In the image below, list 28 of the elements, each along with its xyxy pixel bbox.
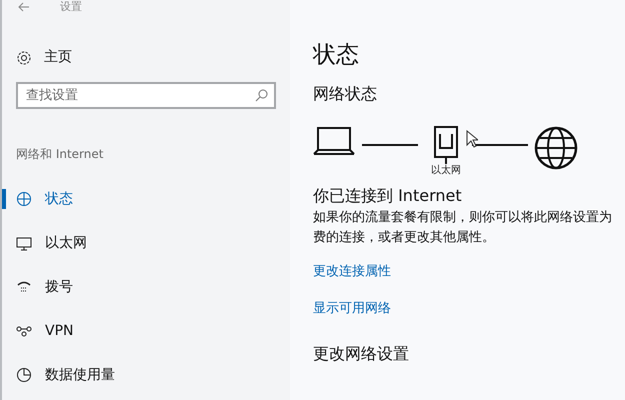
- connector-line: [472, 144, 528, 146]
- sidebar-item[interactable]: 状态: [45, 188, 73, 210]
- pie-chart-icon: [16, 367, 32, 383]
- connection-status: 你已连接到 Internet: [313, 185, 463, 207]
- section-heading: 更改网络设置: [313, 343, 410, 365]
- sidebar-item[interactable]: 拨号: [45, 276, 73, 298]
- sidebar-item[interactable]: 以太网: [45, 232, 87, 254]
- page-title: 状态: [313, 41, 360, 70]
- connector-line: [362, 144, 418, 146]
- section-heading: 网络状态: [313, 83, 378, 105]
- back-icon[interactable]: [18, 2, 30, 12]
- search-icon: [255, 89, 268, 102]
- ethernet-port-icon: [434, 126, 458, 164]
- description-text: 如果你的流量套餐有限制，则你可以将此网络设置为: [313, 209, 613, 227]
- window-title: 设置: [60, 0, 82, 13]
- search-field[interactable]: 查找设置: [16, 82, 276, 109]
- cursor-icon: [466, 130, 478, 148]
- description-text: 费的连接，或者更改其他属性。: [313, 229, 496, 247]
- settings-icon: [16, 50, 32, 66]
- sidebar-item[interactable]: VPN: [45, 320, 74, 342]
- ethernet-label: 以太网: [431, 164, 461, 178]
- settings-link[interactable]: 显示可用网络: [313, 298, 391, 318]
- sidebar-item[interactable]: 数据使用量: [45, 364, 115, 386]
- home-link[interactable]: 主页: [44, 47, 72, 68]
- group-heading: 网络和 Internet: [16, 146, 104, 163]
- monitor-icon: [16, 235, 32, 251]
- laptop-icon: [313, 126, 357, 156]
- settings-link[interactable]: 更改连接属性: [313, 262, 391, 282]
